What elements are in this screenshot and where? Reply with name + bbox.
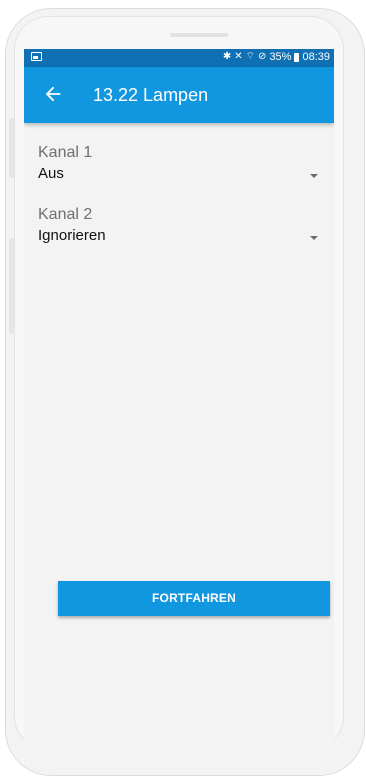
page-title: 13.22 Lampen	[93, 85, 209, 105]
gallery-notification-icon	[31, 52, 42, 61]
continue-button[interactable]: FORTFAHREN	[58, 581, 330, 616]
vibrate-mute-icon: ✕	[234, 51, 243, 62]
wifi-icon: ⌔	[245, 51, 256, 62]
channel-1-label: Kanal 1	[38, 144, 93, 161]
phone-speaker	[170, 33, 228, 37]
channel-1-value[interactable]: Aus	[38, 165, 328, 183]
do-not-disturb-icon: ⊘	[258, 51, 267, 62]
arrow-left-icon[interactable]	[42, 83, 64, 105]
channel-2-label: Kanal 2	[38, 206, 93, 223]
channel-2-value[interactable]: Ignorieren	[38, 227, 328, 245]
channel-2-select[interactable]: Kanal 2 Ignorieren	[38, 206, 328, 245]
app-screen: ✱ ✕ ⌔ ⊘ 35% 08:39 13.22 Lampen Kanal 1 A…	[24, 49, 334, 751]
channel-1-select[interactable]: Kanal 1 Aus	[38, 144, 328, 183]
phone-volume-button	[9, 238, 14, 334]
status-bar: ✱ ✕ ⌔ ⊘ 35% 08:39	[24, 49, 334, 67]
status-time: 08:39	[302, 51, 330, 63]
app-bar: 13.22 Lampen	[24, 67, 334, 123]
phone-side-button	[9, 118, 14, 178]
battery-percent: 35%	[269, 51, 292, 63]
dropdown-arrow-icon[interactable]	[310, 174, 318, 178]
status-icons: ✱ ✕ ⌔ ⊘ 35% 08:39	[223, 51, 330, 63]
bluetooth-icon: ✱	[222, 51, 232, 62]
dropdown-arrow-icon[interactable]	[310, 236, 318, 240]
battery-icon	[294, 52, 300, 62]
